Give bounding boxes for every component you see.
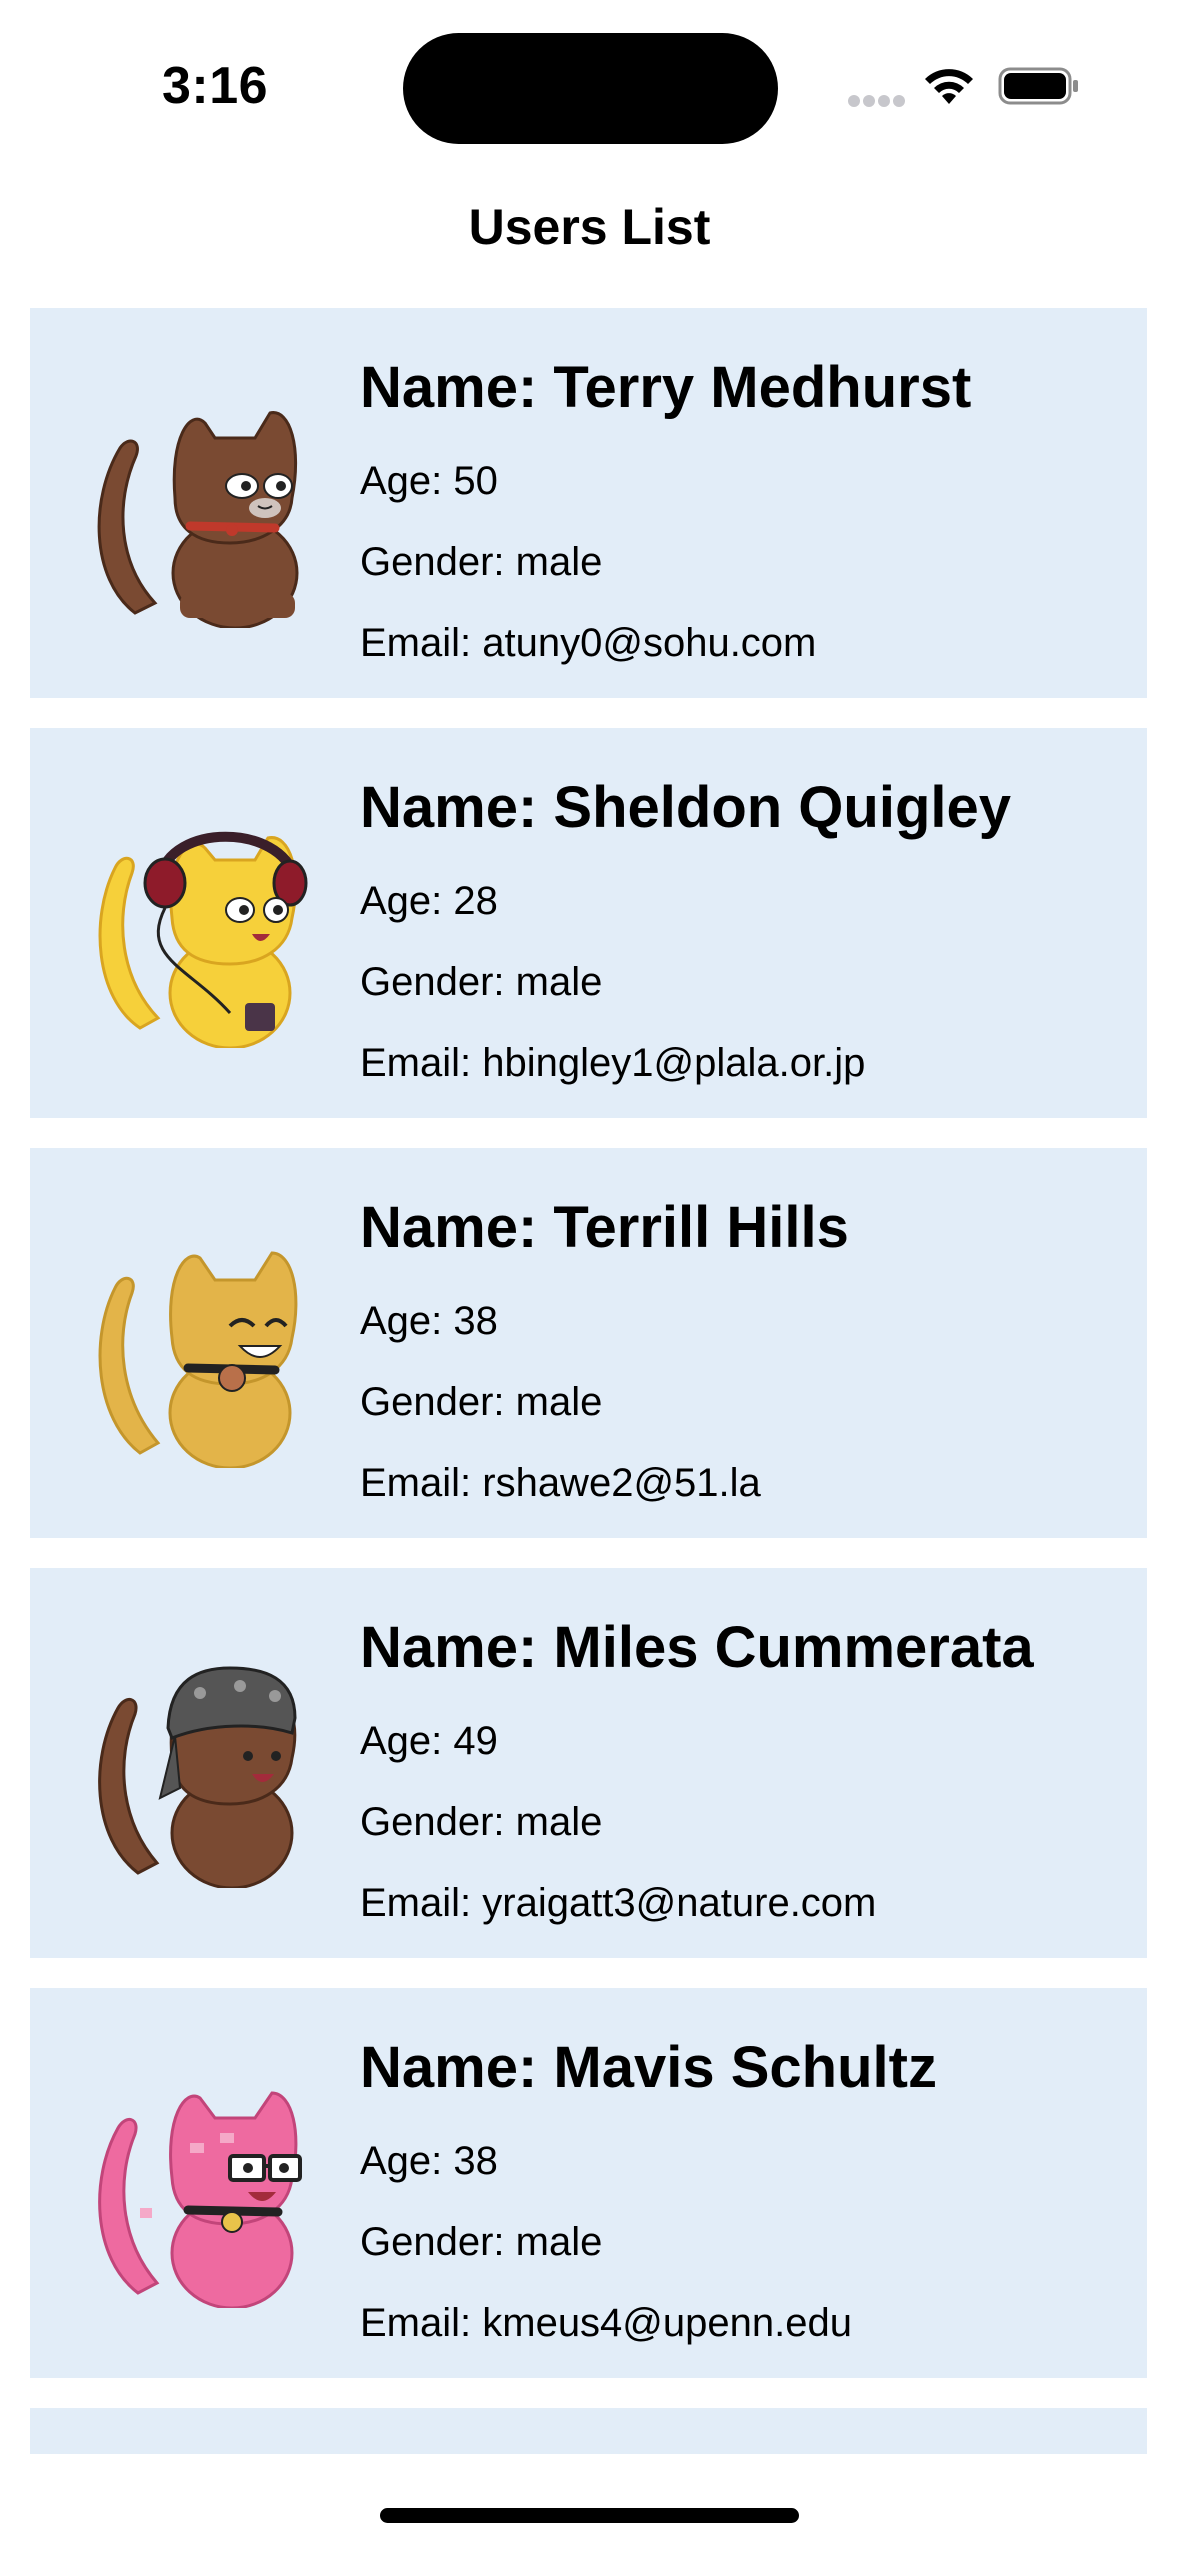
user-age: Age: 50 bbox=[360, 459, 498, 503]
battery-icon bbox=[998, 67, 1078, 105]
user-age: Age: 49 bbox=[360, 1719, 498, 1763]
user-gender: Gender: male bbox=[360, 2220, 603, 2264]
user-age: Age: 28 bbox=[360, 879, 498, 923]
user-gender: Gender: male bbox=[360, 1380, 603, 1424]
pink-cat-glasses-avatar bbox=[98, 2091, 302, 2308]
user-age: Age: 38 bbox=[360, 2139, 498, 2183]
user-gender: Gender: male bbox=[360, 960, 603, 1004]
user-email: Email: rshawe2@51.la bbox=[360, 1461, 761, 1505]
user-card[interactable]: Name: Sheldon Quigley Age: 28 Gender: ma… bbox=[30, 728, 1147, 1118]
yellow-cat-headphones-avatar bbox=[98, 831, 308, 1048]
brown-cat-bandana-avatar bbox=[98, 1666, 297, 1888]
user-card-partial[interactable] bbox=[30, 2408, 1147, 2454]
page-title: Users List bbox=[468, 199, 711, 255]
user-email: Email: yraigatt3@nature.com bbox=[360, 1881, 877, 1925]
user-gender: Gender: male bbox=[360, 540, 603, 584]
user-card[interactable]: Name: Miles Cummerata Age: 49 Gender: ma… bbox=[30, 1568, 1147, 1958]
user-name: Name: Terry Medhurst bbox=[360, 355, 972, 420]
user-email: Email: kmeus4@upenn.edu bbox=[360, 2301, 852, 2345]
user-name: Name: Terrill Hills bbox=[360, 1195, 849, 1260]
user-name: Name: Mavis Schultz bbox=[360, 2035, 937, 2100]
user-age: Age: 38 bbox=[360, 1299, 498, 1343]
golden-cat-avatar bbox=[98, 1251, 298, 1468]
user-card[interactable]: Name: Terry Medhurst Age: 50 Gender: mal… bbox=[30, 308, 1147, 698]
user-card[interactable]: Name: Terrill Hills Age: 38 Gender: male… bbox=[30, 1148, 1147, 1538]
screen: 3:16 Users List Name: Terry Medhurst Age… bbox=[0, 0, 1179, 2556]
user-list[interactable]: Name: Terry Medhurst Age: 50 Gender: mal… bbox=[30, 308, 1147, 2454]
user-email: Email: hbingley1@plala.or.jp bbox=[360, 1041, 866, 1085]
user-name: Name: Miles Cummerata bbox=[360, 1615, 1034, 1680]
signal-dots-icon bbox=[848, 95, 906, 109]
user-gender: Gender: male bbox=[360, 1800, 603, 1844]
user-card[interactable]: Name: Mavis Schultz Age: 38 Gender: male… bbox=[30, 1988, 1147, 2378]
status-time: 3:16 bbox=[162, 57, 269, 115]
dynamic-island bbox=[403, 33, 778, 144]
wifi-icon bbox=[925, 69, 973, 104]
home-indicator[interactable] bbox=[380, 2508, 799, 2523]
status-bar: 3:16 bbox=[0, 0, 1179, 170]
user-name: Name: Sheldon Quigley bbox=[360, 775, 1011, 840]
brown-cat-avatar bbox=[97, 411, 299, 628]
user-email: Email: atuny0@sohu.com bbox=[360, 621, 817, 665]
